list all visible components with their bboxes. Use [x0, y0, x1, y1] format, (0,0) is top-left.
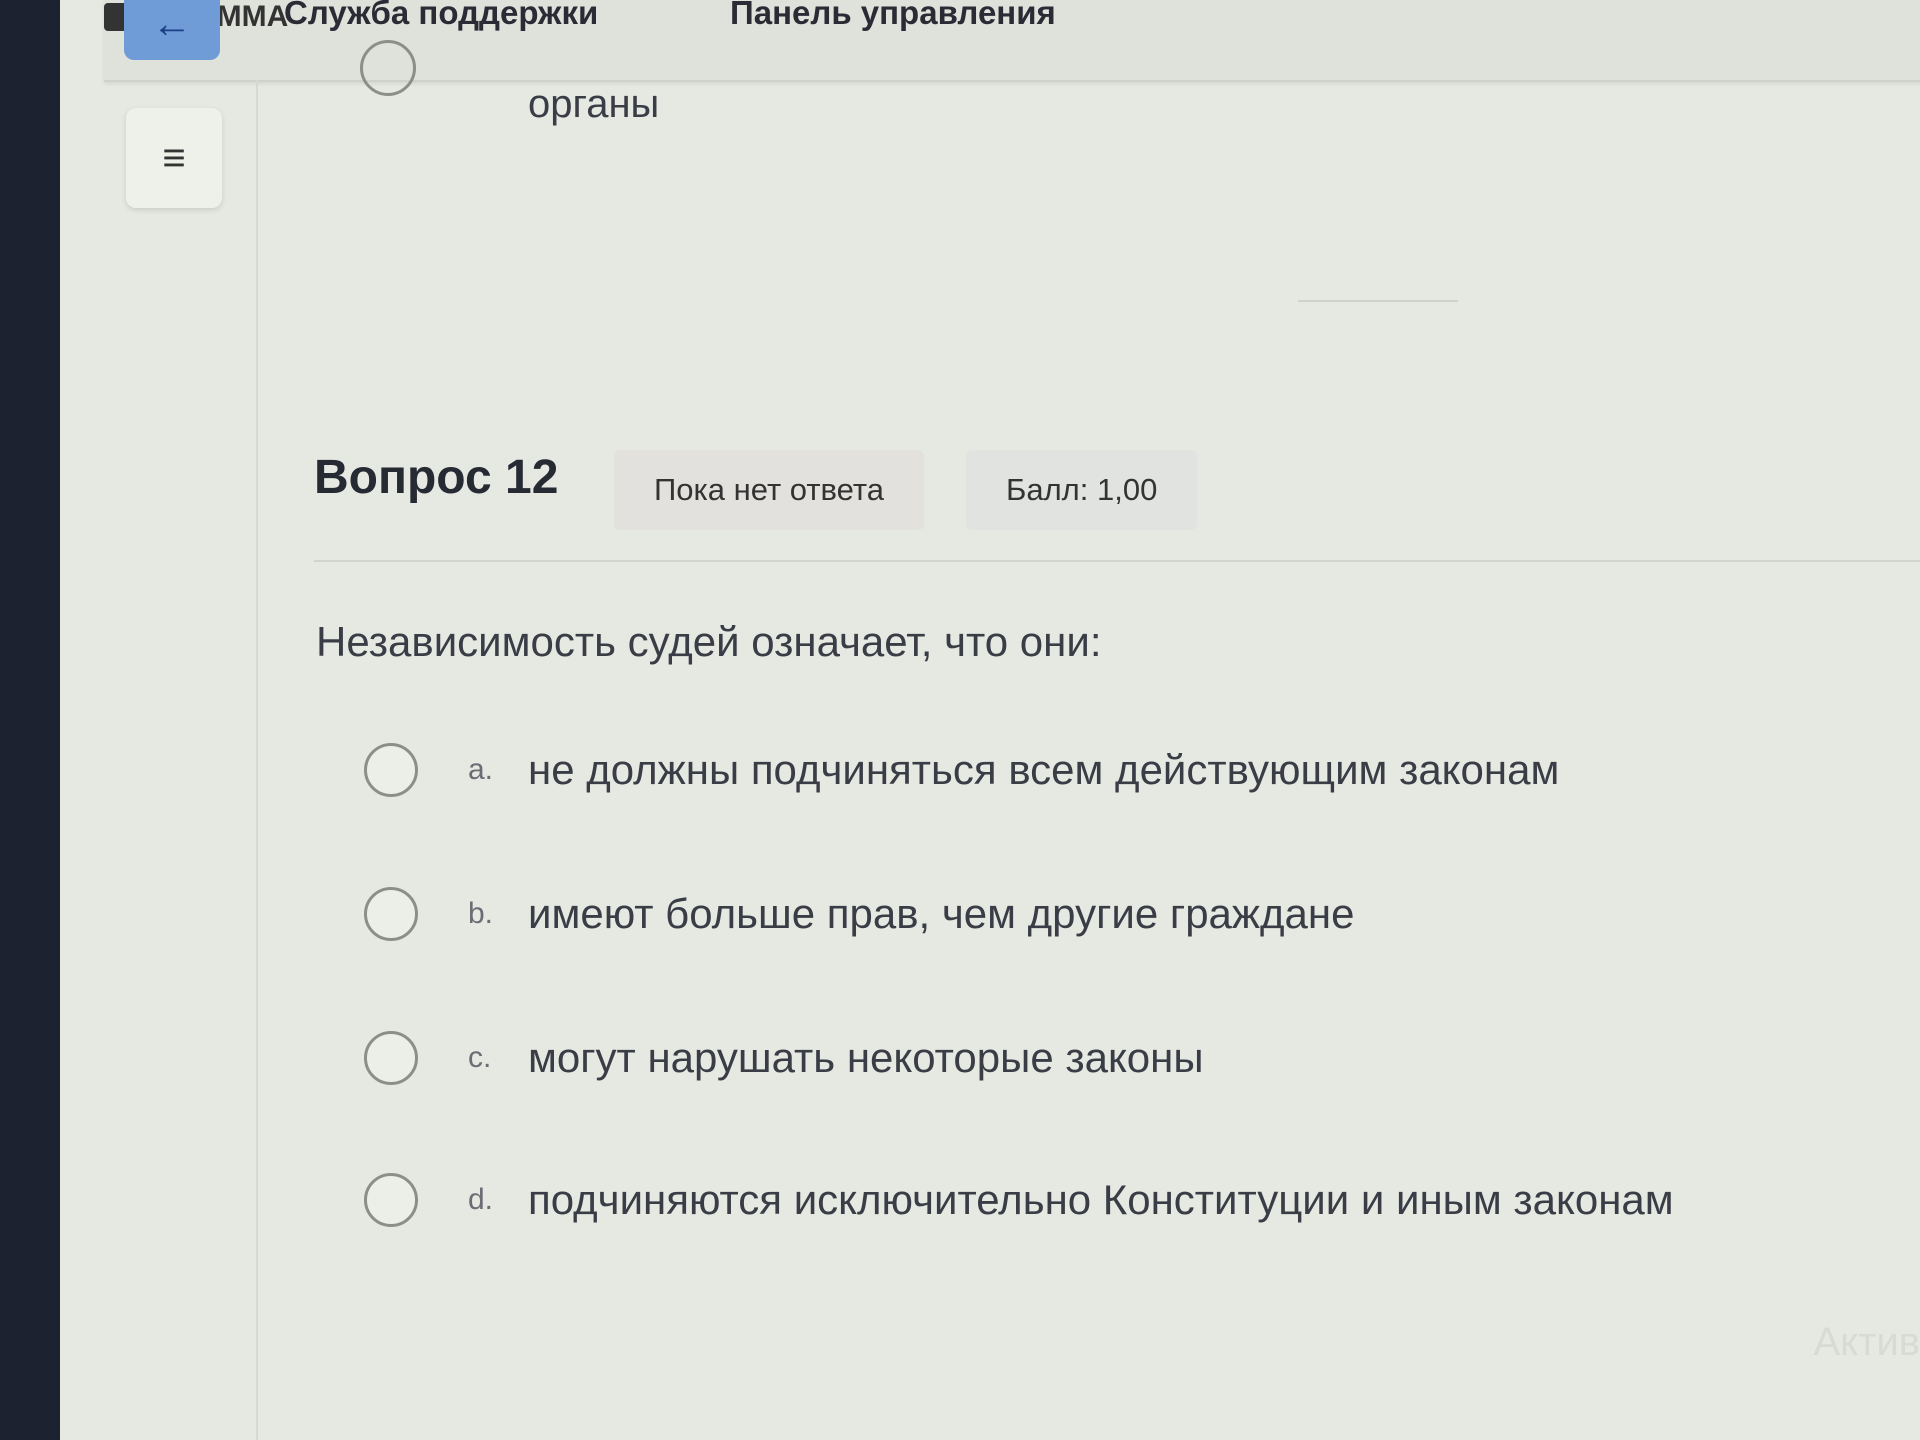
screen: ← Служба поддержки Панель управления ЭОС…	[60, 0, 1920, 1440]
option-text[interactable]: не должны подчиняться всем действующим з…	[528, 746, 1559, 794]
option-text[interactable]: имеют больше прав, чем другие граждане	[528, 890, 1354, 938]
activation-watermark: Актив	[1813, 1320, 1920, 1364]
back-button[interactable]: ←	[124, 0, 220, 60]
previous-option-text: органы	[528, 82, 660, 126]
drawer-toggle-button[interactable]: ≡	[126, 108, 222, 208]
nav-dashboard-link[interactable]: Панель управления	[730, 0, 1056, 32]
question-divider	[314, 560, 1920, 562]
arrow-left-icon: ←	[152, 1, 192, 46]
option-letter: a.	[468, 753, 494, 786]
content-left-border	[256, 80, 258, 1440]
question-status-badge: Пока нет ответа	[614, 450, 924, 530]
radio-option-a[interactable]	[364, 743, 418, 797]
menu-lines-icon: ≡	[162, 135, 186, 180]
answer-option-d[interactable]: d. подчиняются исключительно Конституции…	[364, 1170, 1674, 1230]
radio-option-d[interactable]	[364, 1173, 418, 1227]
question-score-text: Балл: 1,00	[1006, 472, 1158, 507]
question-status-text: Пока нет ответа	[654, 472, 884, 507]
answer-option-b[interactable]: b. имеют больше прав, чем другие граждан…	[364, 884, 1354, 944]
option-letter: c.	[468, 1041, 492, 1074]
question-text: Независимость судей означает, что они:	[316, 618, 1102, 665]
option-text[interactable]: подчиняются исключительно Конституции и …	[528, 1176, 1674, 1224]
question-score-badge: Балл: 1,00	[966, 450, 1198, 530]
radio-option-b[interactable]	[364, 887, 418, 941]
option-letter: d.	[468, 1183, 494, 1216]
separator-line	[1298, 300, 1458, 302]
answer-option-c[interactable]: c. могут нарушать некоторые законы	[364, 1028, 1204, 1088]
answer-option-a[interactable]: a. не должны подчиняться всем действующи…	[364, 740, 1559, 800]
option-letter: b.	[468, 897, 494, 930]
radio-option-c[interactable]	[364, 1031, 418, 1085]
question-title: Вопрос 12	[314, 451, 559, 504]
previous-option-radio[interactable]	[360, 40, 416, 96]
option-text[interactable]: могут нарушать некоторые законы	[528, 1034, 1204, 1082]
nav-support-link[interactable]: Служба поддержки	[284, 0, 598, 32]
